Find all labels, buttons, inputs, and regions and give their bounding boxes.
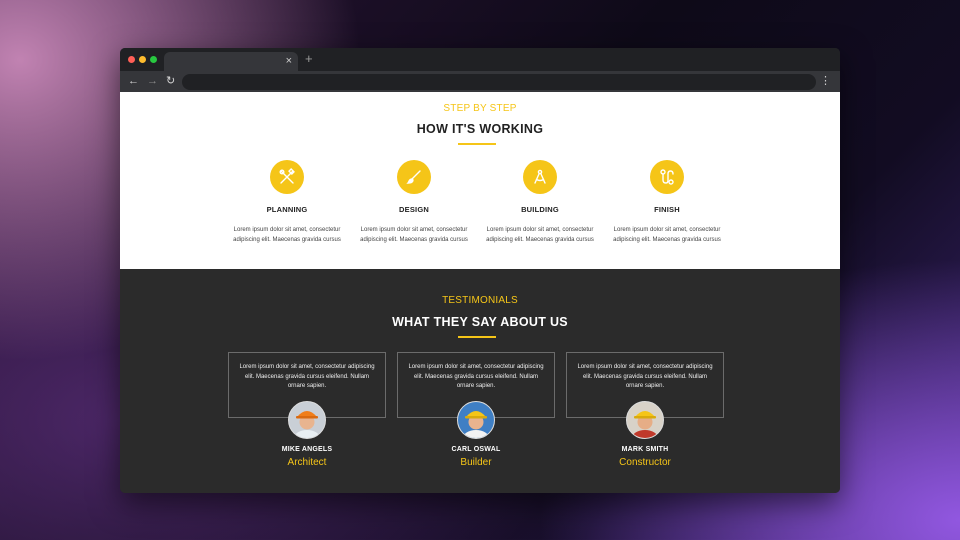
person-name: MARK SMITH	[621, 446, 669, 453]
testimonial-quote: Lorem ipsum dolor sit amet, consectetur …	[577, 364, 713, 389]
person-name: MIKE ANGELS	[281, 446, 333, 453]
close-window-button[interactable]	[128, 56, 135, 63]
person-name: CARL OSWAL	[451, 446, 501, 453]
step-icon-circle	[523, 160, 557, 194]
brush-icon	[406, 170, 421, 184]
tab-close-icon[interactable]: ×	[286, 54, 292, 68]
step-icon-circle	[650, 160, 684, 194]
maximize-window-button[interactable]	[150, 56, 157, 63]
steps-eyebrow: STEP BY STEP	[443, 103, 517, 114]
step-planning: PLANNING Lorem ipsum dolor sit amet, con…	[227, 160, 347, 245]
tab-bar: × +	[120, 48, 840, 71]
person-role: Architect	[287, 457, 327, 468]
step-design: DESIGN Lorem ipsum dolor sit amet, conse…	[354, 160, 474, 245]
testimonials-title: WHAT THEY SAY ABOUT US	[392, 315, 568, 329]
testimonials-section: TESTIMONIALS WHAT THEY SAY ABOUT US Lore…	[120, 269, 840, 493]
avatar	[288, 401, 326, 439]
back-icon[interactable]: ←	[128, 74, 139, 88]
testimonials-title-underline	[458, 336, 496, 338]
worker-avatar-icon	[627, 402, 663, 438]
step-building: BUILDING Lorem ipsum dolor sit amet, con…	[480, 160, 600, 245]
testimonial-person: CARL OSWAL Builder	[397, 401, 555, 468]
testimonials-eyebrow: TESTIMONIALS	[442, 295, 518, 306]
step-title: PLANNING	[266, 205, 308, 214]
steps-section: STEP BY STEP HOW IT'S WORKING PLANNING L…	[120, 92, 840, 269]
steps-title-underline	[458, 143, 496, 145]
step-icon-circle	[270, 160, 304, 194]
compass-icon	[534, 169, 546, 184]
page-viewport: STEP BY STEP HOW IT'S WORKING PLANNING L…	[120, 92, 840, 493]
step-icon-circle	[397, 160, 431, 194]
step-text: Lorem ipsum dolor sit amet, consectetur …	[233, 227, 341, 243]
person-role: Constructor	[619, 457, 671, 468]
step-title: BUILDING	[521, 205, 559, 214]
browser-menu-icon[interactable]: ⋮	[820, 74, 831, 88]
step-text: Lorem ipsum dolor sit amet, consectetur …	[613, 227, 721, 243]
steps-title: HOW IT'S WORKING	[416, 122, 544, 136]
step-text: Lorem ipsum dolor sit amet, consectetur …	[360, 227, 468, 243]
address-bar[interactable]	[182, 74, 816, 90]
avatar	[626, 401, 664, 439]
window-controls	[128, 56, 157, 63]
testimonial-quote: Lorem ipsum dolor sit amet, consectetur …	[408, 364, 544, 389]
testimonial-person: MARK SMITH Constructor	[566, 401, 724, 468]
step-text: Lorem ipsum dolor sit amet, consectetur …	[486, 227, 594, 243]
minimize-window-button[interactable]	[139, 56, 146, 63]
forward-icon[interactable]: →	[147, 74, 158, 88]
path-icon	[660, 169, 674, 185]
step-title: DESIGN	[399, 205, 429, 214]
browser-toolbar: ← → ↻ ⋮	[120, 71, 840, 92]
browser-window: × + ← → ↻ ⋮ STEP BY STEP HOW IT'S WORKIN…	[120, 48, 840, 493]
person-role: Builder	[460, 457, 492, 468]
testimonial-person: MIKE ANGELS Architect	[228, 401, 386, 468]
new-tab-icon[interactable]: +	[305, 52, 313, 66]
avatar	[457, 401, 495, 439]
testimonial-quote: Lorem ipsum dolor sit amet, consectetur …	[239, 364, 375, 389]
step-title: FINISH	[654, 205, 680, 214]
tools-icon	[279, 168, 295, 184]
reload-icon[interactable]: ↻	[166, 74, 175, 88]
browser-tab[interactable]: ×	[164, 52, 298, 71]
worker-avatar-icon	[458, 402, 494, 438]
worker-avatar-icon	[289, 402, 325, 438]
step-finish: FINISH Lorem ipsum dolor sit amet, conse…	[607, 160, 727, 245]
